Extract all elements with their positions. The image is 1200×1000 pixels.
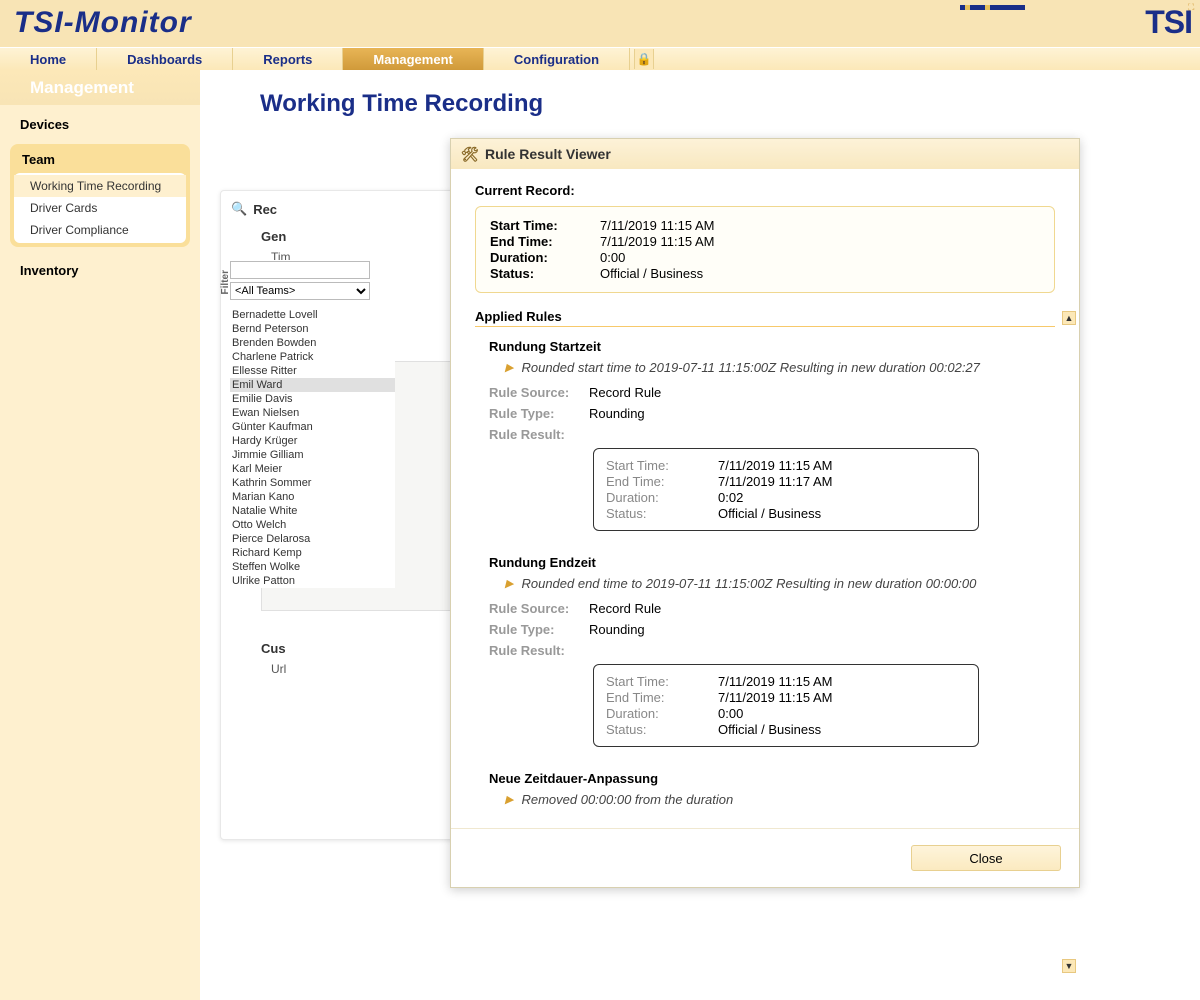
person-item[interactable]: Jimmie Gilliam	[230, 448, 395, 462]
filter-panel: Filter <All Teams> Bernadette LovellBern…	[230, 260, 395, 588]
label-rule-type: Rule Type:	[489, 622, 589, 637]
person-item[interactable]: Bernd Peterson	[230, 322, 395, 336]
person-item[interactable]: Hardy Krüger	[230, 434, 395, 448]
dialog-header: 🛠 Rule Result Viewer	[451, 139, 1079, 169]
person-item[interactable]: Kathrin Sommer	[230, 476, 395, 490]
rule-result-box: Start Time:7/11/2019 11:15 AM End Time:7…	[593, 448, 979, 531]
app-header: TSI-Monitor TSI ⛶	[0, 0, 1200, 48]
magnifier-icon: 🔍	[231, 201, 247, 217]
person-item[interactable]: Charlene Patrick	[230, 350, 395, 364]
filter-input[interactable]	[230, 261, 370, 279]
person-item[interactable]: Otto Welch	[230, 518, 395, 532]
label-rule-source: Rule Source:	[489, 385, 589, 400]
value-status: Official / Business	[600, 266, 703, 281]
nav-reports[interactable]: Reports	[233, 48, 343, 70]
rule-name: Rundung Startzeit	[489, 339, 1055, 354]
current-record-label: Current Record:	[475, 183, 1055, 198]
sidebar-devices[interactable]: Devices	[0, 105, 200, 140]
sidebar: Management Devices Team Working Time Rec…	[0, 70, 200, 1000]
rule-result-box: Start Time:7/11/2019 11:15 AM End Time:7…	[593, 664, 979, 747]
sidebar-group-team: Team Working Time Recording Driver Cards…	[10, 144, 190, 247]
lock-icon[interactable]: 🔒	[634, 49, 654, 69]
page-title: Working Time Recording	[260, 90, 1200, 118]
rule-summary: ▶Rounded start time to 2019-07-11 11:15:…	[505, 360, 1055, 375]
sidebar-item-working-time[interactable]: Working Time Recording	[14, 175, 186, 197]
current-record-box: Start Time:7/11/2019 11:15 AM End Time:7…	[475, 206, 1055, 293]
sidebar-item-driver-cards[interactable]: Driver Cards	[14, 197, 186, 219]
rule-name: Rundung Endzeit	[489, 555, 1055, 570]
label-status: Status:	[490, 266, 600, 281]
label-rule-source: Rule Source:	[489, 601, 589, 616]
person-item[interactable]: Marian Kano	[230, 490, 395, 504]
label-rule-type: Rule Type:	[489, 406, 589, 421]
play-icon: ▶	[505, 793, 513, 806]
person-item[interactable]: Brenden Bowden	[230, 336, 395, 350]
dialog-body[interactable]: Current Record: Start Time:7/11/2019 11:…	[451, 169, 1079, 829]
tools-icon: 🛠	[461, 146, 477, 162]
nav-dashboards[interactable]: Dashboards	[97, 48, 233, 70]
value-rule-source: Record Rule	[589, 385, 661, 400]
rule-name: Neue Zeitdauer-Anpassung	[489, 771, 1055, 786]
rule-result-dialog: 🛠 Rule Result Viewer ▲ Current Record: S…	[450, 138, 1080, 888]
value-start: 7/11/2019 11:15 AM	[600, 218, 714, 233]
person-item[interactable]: Emil Ward	[230, 378, 395, 392]
label-start: Start Time:	[490, 218, 600, 233]
applied-rules-label: Applied Rules	[475, 309, 1055, 327]
close-button[interactable]: Close	[911, 845, 1061, 871]
main-nav: Home Dashboards Reports Management Confi…	[0, 48, 1200, 70]
sidebar-inventory[interactable]: Inventory	[0, 251, 200, 286]
value-duration: 0:00	[600, 250, 625, 265]
person-item[interactable]: Karl Meier	[230, 462, 395, 476]
person-item[interactable]: Steffen Wolke	[230, 560, 395, 574]
team-select[interactable]: <All Teams>	[230, 282, 370, 300]
rule-summary: ▶Rounded end time to 2019-07-11 11:15:00…	[505, 576, 1055, 591]
brand-suffix: TSI	[1145, 4, 1192, 41]
label-duration: Duration:	[490, 250, 600, 265]
nav-management[interactable]: Management	[343, 48, 483, 70]
person-item[interactable]: Ewan Nielsen	[230, 406, 395, 420]
rule-summary: ▶Removed 00:00:00 from the duration	[505, 792, 1055, 807]
value-rule-source: Record Rule	[589, 601, 661, 616]
play-icon: ▶	[505, 361, 513, 374]
value-end: 7/11/2019 11:15 AM	[600, 234, 714, 249]
rule-block: Rundung Startzeit ▶Rounded start time to…	[475, 339, 1055, 531]
resize-controls: ⛶	[1188, 2, 1198, 12]
sidebar-header: Management	[0, 70, 200, 105]
value-rule-type: Rounding	[589, 622, 645, 637]
fullscreen-icon[interactable]: ⛶	[1188, 2, 1198, 12]
sidebar-item-driver-compliance[interactable]: Driver Compliance	[14, 219, 186, 241]
person-item[interactable]: Günter Kaufman	[230, 420, 395, 434]
person-item[interactable]: Ulrike Patton	[230, 574, 395, 588]
person-item[interactable]: Emilie Davis	[230, 392, 395, 406]
dialog-footer: Close	[451, 829, 1079, 887]
rule-block: Rundung Endzeit ▶Rounded end time to 201…	[475, 555, 1055, 747]
scroll-down-icon[interactable]: ▼	[1062, 959, 1076, 973]
dialog-title: Rule Result Viewer	[485, 146, 611, 162]
value-rule-type: Rounding	[589, 406, 645, 421]
label-rule-result: Rule Result:	[489, 643, 589, 658]
app-logo: TSI-Monitor	[14, 6, 192, 40]
person-item[interactable]: Natalie White	[230, 504, 395, 518]
play-icon: ▶	[505, 577, 513, 590]
label-rule-result: Rule Result:	[489, 427, 589, 442]
nav-configuration[interactable]: Configuration	[484, 48, 630, 70]
brand-pixel-logo	[955, 5, 1115, 45]
person-item[interactable]: Richard Kemp	[230, 546, 395, 560]
person-item[interactable]: Ellesse Ritter	[230, 364, 395, 378]
label-end: End Time:	[490, 234, 600, 249]
person-item[interactable]: Bernadette Lovell	[230, 308, 395, 322]
rule-block: Neue Zeitdauer-Anpassung ▶Removed 00:00:…	[475, 771, 1055, 807]
person-item[interactable]: Pierce Delarosa	[230, 532, 395, 546]
sidebar-team-title[interactable]: Team	[14, 152, 186, 173]
filter-side-label: Filter	[220, 270, 231, 294]
person-list: Bernadette LovellBernd PetersonBrenden B…	[230, 308, 395, 588]
nav-home[interactable]: Home	[0, 48, 97, 70]
